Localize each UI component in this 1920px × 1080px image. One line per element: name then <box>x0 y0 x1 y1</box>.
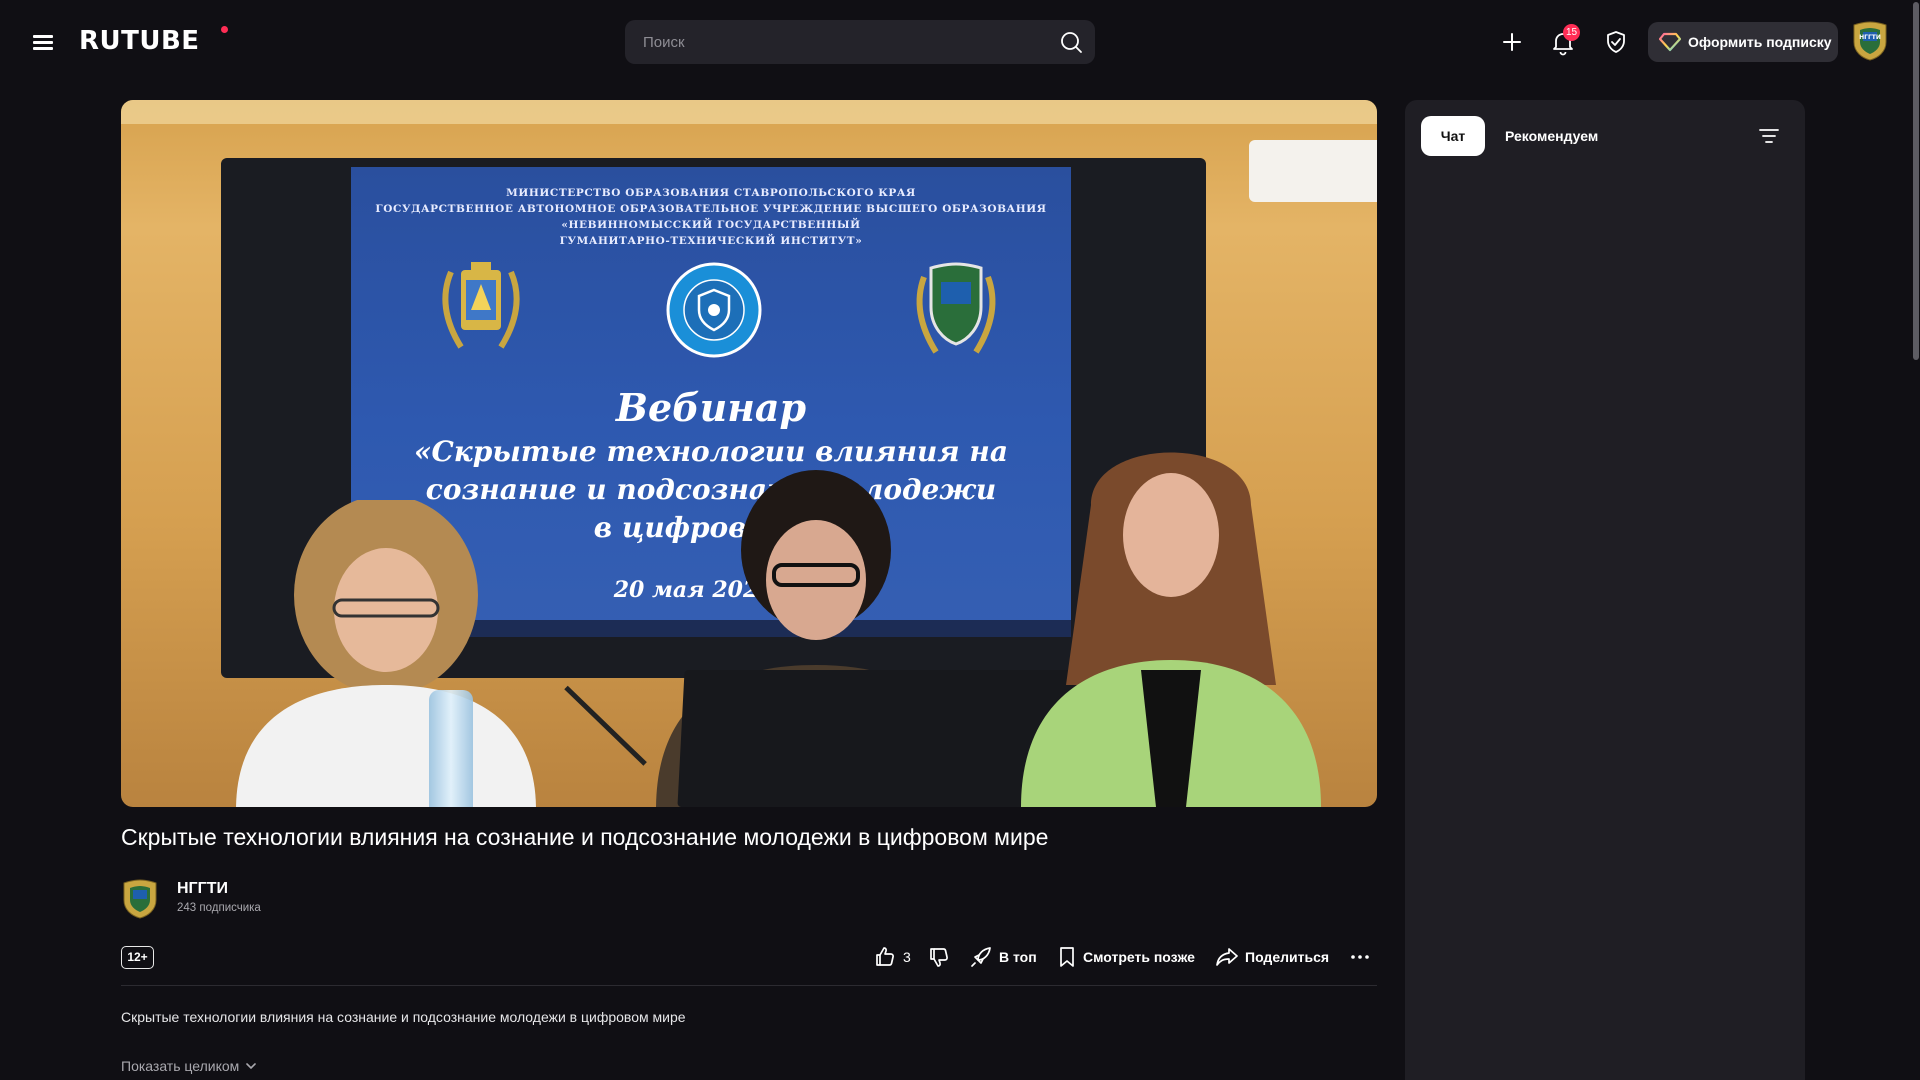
slide-heading: Вебинар <box>615 385 807 430</box>
slide-topic-1: «Скрытые технологии влияния на <box>414 435 1008 468</box>
filter-icon[interactable] <box>1757 124 1781 148</box>
logo-dot <box>221 26 228 33</box>
rutube-logo[interactable]: RUTUBE <box>79 26 200 56</box>
thumbs-down-icon <box>930 948 948 967</box>
search-bar <box>625 20 1095 64</box>
search-input[interactable] <box>643 20 1033 64</box>
air-conditioner <box>1249 140 1377 202</box>
water-bottle <box>429 690 473 807</box>
channel-subscribers: 243 подписчика <box>177 902 261 914</box>
speaker-left <box>236 500 536 807</box>
channel-avatar[interactable] <box>121 878 159 920</box>
shield-check-icon[interactable] <box>1602 28 1630 56</box>
promote-button[interactable]: В топ <box>970 944 1037 970</box>
slide-line-1: МИНИСТЕРСТВО ОБРАЗОВАНИЯ СТАВРОПОЛЬСКОГО… <box>506 187 916 199</box>
subscribe-button[interactable]: Оформить подписку <box>1648 22 1838 62</box>
tab-recommended[interactable]: Рекомендуем <box>1505 116 1598 156</box>
rocket-icon <box>971 947 991 967</box>
more-dots-icon <box>1351 955 1369 959</box>
nggti-emblem <box>916 262 996 354</box>
age-rating-badge: 12+ <box>121 946 154 969</box>
speaker-right <box>1021 452 1321 807</box>
share-label: Поделиться <box>1245 949 1330 965</box>
page-scrollbar[interactable] <box>1912 0 1920 1080</box>
user-avatar[interactable]: НГГТИ <box>1851 20 1889 62</box>
slide-line-4: ГУМАНИТАРНО-ТЕХНИЧЕСКИЙ ИНСТИТУТ» <box>559 235 863 247</box>
show-more-button[interactable]: Показать целиком <box>121 1058 257 1074</box>
more-options-button[interactable] <box>1349 944 1371 970</box>
dislike-button[interactable] <box>928 944 950 970</box>
slide-line-2: ГОСУДАРСТВЕННОЕ АВТОНОМНОЕ ОБРАЗОВАТЕЛЬН… <box>375 203 1047 215</box>
bookmark-icon <box>1060 947 1074 967</box>
watch-later-label: Смотреть позже <box>1083 949 1195 965</box>
show-more-label: Показать целиком <box>121 1058 240 1074</box>
like-button[interactable]: 3 <box>874 944 911 970</box>
thumbs-up-icon <box>876 947 894 966</box>
side-panel: Чат Рекомендуем <box>1405 100 1805 1080</box>
watch-later-button[interactable]: Смотреть позже <box>1058 944 1195 970</box>
video-title: Скрытые технологии влияния на сознание и… <box>121 824 1049 850</box>
search-icon[interactable] <box>1059 30 1083 54</box>
chevron-down-icon <box>246 1063 257 1070</box>
notification-badge: 15 <box>1563 24 1581 41</box>
stavropol-coat-of-arms <box>442 262 520 349</box>
divider <box>121 985 1377 986</box>
top-header: RUTUBE 15 Оформить подписку НГГТИ <box>0 0 1920 84</box>
menu-icon[interactable] <box>30 30 58 54</box>
svg-text:НГГТИ: НГГТИ <box>1859 34 1881 41</box>
upload-plus-icon[interactable] <box>1498 28 1526 56</box>
video-player[interactable]: МИНИСТЕРСТВО ОБРАЗОВАНИЯ СТАВРОПОЛЬСКОГО… <box>121 100 1377 807</box>
share-arrow-icon <box>1216 948 1238 966</box>
share-button[interactable]: Поделиться <box>1216 944 1329 970</box>
promote-label: В топ <box>999 949 1037 965</box>
prevention-logo <box>666 262 762 358</box>
slide-line-3: «НЕВИННОМЫССКИЙ ГОСУДАРСТВЕННЫЙ <box>561 219 861 231</box>
video-description: Скрытые технологии влияния на сознание и… <box>121 1009 686 1025</box>
subscribe-label: Оформить подписку <box>1688 34 1832 50</box>
diamond-icon <box>1659 32 1681 52</box>
tab-chat[interactable]: Чат <box>1421 116 1485 156</box>
microphone <box>564 685 647 766</box>
channel-name[interactable]: НГГТИ <box>177 880 228 898</box>
like-count: 3 <box>903 949 911 965</box>
